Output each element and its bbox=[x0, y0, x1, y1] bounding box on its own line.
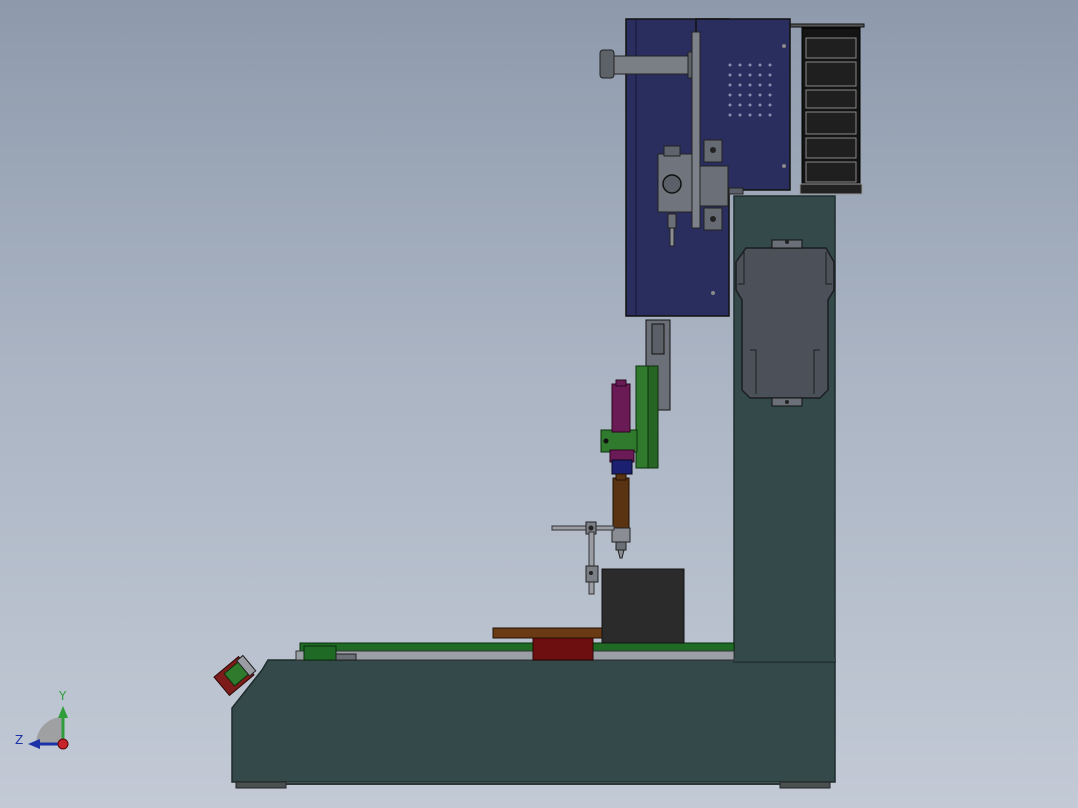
vent-hole bbox=[728, 103, 732, 107]
vent-hole bbox=[728, 113, 732, 117]
side-arm bbox=[551, 525, 615, 531]
vent-hole bbox=[738, 103, 742, 107]
vent-hole bbox=[728, 73, 732, 77]
base-foot-left bbox=[235, 781, 287, 789]
dispensing-head bbox=[551, 319, 671, 595]
z-axis-arrow bbox=[28, 739, 40, 749]
vent-hole bbox=[748, 63, 752, 67]
vent-hole bbox=[728, 83, 732, 87]
cable-chain bbox=[789, 23, 865, 195]
column-carrier bbox=[735, 239, 835, 407]
vent-hole bbox=[768, 63, 772, 67]
vent-hole bbox=[748, 83, 752, 87]
vent-hole bbox=[768, 103, 772, 107]
y-axis-arrow bbox=[58, 706, 68, 718]
x-axis-dot bbox=[57, 738, 69, 750]
vent-hole bbox=[748, 103, 752, 107]
vent-hole bbox=[748, 93, 752, 97]
cad-viewport[interactable]: Y Z bbox=[0, 0, 1078, 808]
table-block bbox=[532, 637, 594, 661]
motor-cylinder bbox=[613, 55, 693, 75]
base-body bbox=[231, 659, 836, 783]
vent-hole bbox=[758, 103, 762, 107]
nozzle-body bbox=[612, 477, 630, 531]
vent-hole bbox=[738, 93, 742, 97]
y-axis-label: Y bbox=[58, 689, 67, 703]
side-probe-rod bbox=[588, 531, 595, 595]
y-rail bbox=[299, 642, 735, 652]
sensor-lens bbox=[662, 174, 682, 194]
z-axis-box-cover bbox=[695, 18, 791, 191]
motor-cap bbox=[599, 49, 615, 79]
vent-hole bbox=[768, 113, 772, 117]
vent-hole bbox=[748, 73, 752, 77]
needle-tip bbox=[617, 549, 625, 559]
vent-hole bbox=[768, 83, 772, 87]
base-foot-right bbox=[779, 781, 831, 789]
carrier-panel bbox=[735, 247, 835, 399]
vent-hole bbox=[768, 73, 772, 77]
vent-hole bbox=[768, 93, 772, 97]
vent-hole bbox=[738, 63, 742, 67]
vent-hole bbox=[758, 93, 762, 97]
syringe-barrel bbox=[611, 383, 631, 433]
orientation-triad: Y Z bbox=[15, 689, 69, 750]
slider-block bbox=[699, 165, 729, 207]
vent-hole bbox=[758, 63, 762, 67]
vent-hole bbox=[748, 113, 752, 117]
work-table bbox=[295, 568, 735, 661]
z-axis-label: Z bbox=[15, 733, 23, 747]
dispensing-robot-side-view: Y Z bbox=[15, 18, 865, 789]
vent-hole bbox=[758, 73, 762, 77]
syringe-adapter bbox=[611, 459, 633, 475]
workpiece bbox=[601, 568, 685, 644]
guide-rod bbox=[691, 31, 701, 229]
vent-hole bbox=[758, 83, 762, 87]
vent-hole bbox=[728, 63, 732, 67]
triad-arc bbox=[36, 717, 63, 744]
vent-hole bbox=[738, 73, 742, 77]
vent-hole bbox=[738, 113, 742, 117]
vent-hole bbox=[738, 83, 742, 87]
vent-hole bbox=[728, 93, 732, 97]
vent-hole bbox=[758, 113, 762, 117]
